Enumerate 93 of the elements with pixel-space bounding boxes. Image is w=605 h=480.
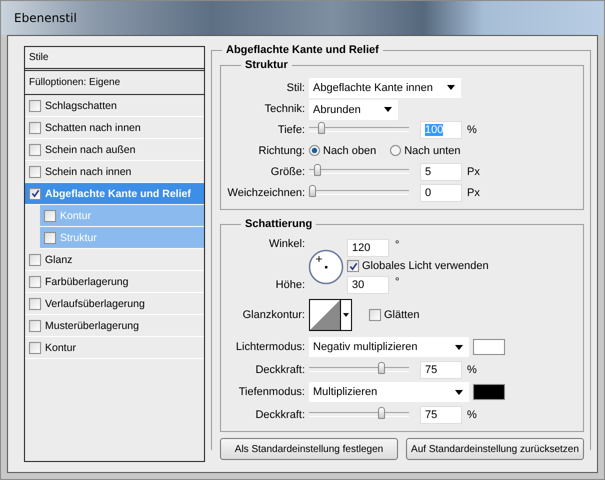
list-item[interactable]: Musterüberlagerung <box>25 315 204 337</box>
item-label: Schlagschatten <box>45 100 117 112</box>
field-label: Tiefe: <box>276 124 306 136</box>
checkbox-label: Globales Licht verwenden <box>362 260 489 272</box>
field-label: Technik: <box>264 102 306 114</box>
list-item[interactable]: Verlaufsüberlagerung <box>25 293 204 315</box>
group-title: Schattierung <box>241 218 316 230</box>
caret-icon <box>455 344 463 350</box>
color-swatch[interactable] <box>473 384 505 400</box>
angle-dial[interactable] <box>308 248 344 284</box>
field-label: Lichtermodus: <box>234 341 306 353</box>
checkbox[interactable] <box>347 260 359 272</box>
input-field[interactable]: 120 <box>347 238 389 256</box>
checkbox[interactable] <box>44 210 56 222</box>
checkbox[interactable] <box>29 122 41 134</box>
slider-thumb[interactable] <box>314 164 321 176</box>
slider-thumb[interactable] <box>309 185 316 197</box>
list-item[interactable]: Fülloptionen: Eigene <box>25 72 204 95</box>
checkbox-label: Glätten <box>384 309 420 321</box>
field-label: Deckkraft: <box>254 408 306 420</box>
item-label: Kontur <box>45 342 76 354</box>
field-label: Tiefenmodus: <box>238 386 306 398</box>
input-field[interactable]: 5 <box>420 162 462 180</box>
slider-thumb[interactable] <box>318 122 326 134</box>
list-item[interactable]: Schatten nach innen <box>25 117 204 139</box>
unit-label: % <box>467 408 477 420</box>
item-label: Glanz <box>45 254 72 266</box>
field-label: Richtung: <box>258 144 306 156</box>
color-swatch[interactable] <box>473 339 505 355</box>
item-label: Abgeflachte Kante und Relief <box>45 188 191 200</box>
contour-picker[interactable] <box>309 299 352 331</box>
caret-icon <box>384 107 392 112</box>
unit-label: Px <box>467 166 480 178</box>
unit-label: % <box>467 364 477 376</box>
radio-option[interactable]: Nach oben <box>309 144 376 156</box>
unit-label: ° <box>395 238 400 250</box>
checkbox[interactable] <box>29 144 41 156</box>
field-label: Höhe: <box>274 279 306 291</box>
radio-button[interactable] <box>309 145 320 156</box>
item-label: Kontur <box>60 210 91 222</box>
field-label: Deckkraft: <box>254 364 306 376</box>
slider-thumb[interactable] <box>378 362 385 374</box>
item-label: Schein nach innen <box>45 166 132 178</box>
default-button[interactable]: Auf Standardeinstellung zurücksetzen <box>406 438 584 460</box>
caret-icon <box>343 313 349 317</box>
dropdown[interactable]: Negativ multiplizieren <box>309 337 469 357</box>
field-label: Winkel: <box>268 238 306 250</box>
list-item[interactable]: Schlagschatten <box>25 95 204 117</box>
item-label: Struktur <box>60 232 97 244</box>
dropdown[interactable]: Abrunden <box>309 100 398 120</box>
caret-icon <box>447 85 455 90</box>
item-label: Schatten nach innen <box>45 122 141 134</box>
dropdown[interactable]: Abgeflachte Kante innen <box>309 78 461 98</box>
checkbox[interactable] <box>29 276 41 288</box>
checkbox[interactable] <box>44 232 56 244</box>
item-label: Verlaufsüberlagerung <box>45 298 145 310</box>
input-field[interactable]: 75 <box>420 360 462 378</box>
checkbox[interactable] <box>29 166 41 178</box>
checkbox[interactable] <box>29 254 41 266</box>
list-item[interactable]: Glanz <box>25 249 204 271</box>
checkbox[interactable] <box>29 100 41 112</box>
input-field[interactable]: 30 <box>347 276 389 294</box>
checkbox[interactable] <box>29 320 41 332</box>
radio-option[interactable]: Nach unten <box>390 144 460 156</box>
slider-thumb[interactable] <box>378 407 385 419</box>
field-label: Glanzkontur: <box>242 309 306 321</box>
field-label: Stil: <box>286 82 306 94</box>
input-field[interactable]: 75 <box>420 406 462 424</box>
checkbox[interactable] <box>369 309 381 321</box>
radio-label: Nach oben <box>323 144 376 156</box>
checkbox[interactable] <box>29 298 41 310</box>
radio-button[interactable] <box>390 145 402 156</box>
field-label: Weichzeichnen: <box>226 186 306 198</box>
field-label: Größe: <box>270 166 306 178</box>
item-label: Musterüberlagerung <box>45 320 139 332</box>
item-label: Farbüberlagerung <box>45 276 128 288</box>
dropdown[interactable]: Multiplizieren <box>309 382 469 402</box>
group-title: Struktur <box>241 59 292 71</box>
group-title: Abgeflachte Kante und Relief <box>222 44 383 56</box>
checkbox[interactable] <box>29 188 41 200</box>
list-item[interactable]: Kontur <box>25 337 204 359</box>
list-item[interactable]: Schein nach außen <box>25 139 204 161</box>
radio-label: Nach unten <box>404 144 460 156</box>
unit-label: % <box>467 124 477 136</box>
window-title: Ebenenstil <box>14 11 77 25</box>
checkbox[interactable] <box>29 342 41 354</box>
list-item[interactable]: Farbüberlagerung <box>25 271 204 293</box>
caret-icon <box>455 390 463 394</box>
unit-label: ° <box>395 276 400 288</box>
item-label: Schein nach außen <box>45 144 136 156</box>
input-field[interactable]: 0 <box>420 184 462 202</box>
default-button[interactable]: Als Standardeinstellung festlegen <box>220 438 398 460</box>
unit-label: Px <box>467 186 480 198</box>
